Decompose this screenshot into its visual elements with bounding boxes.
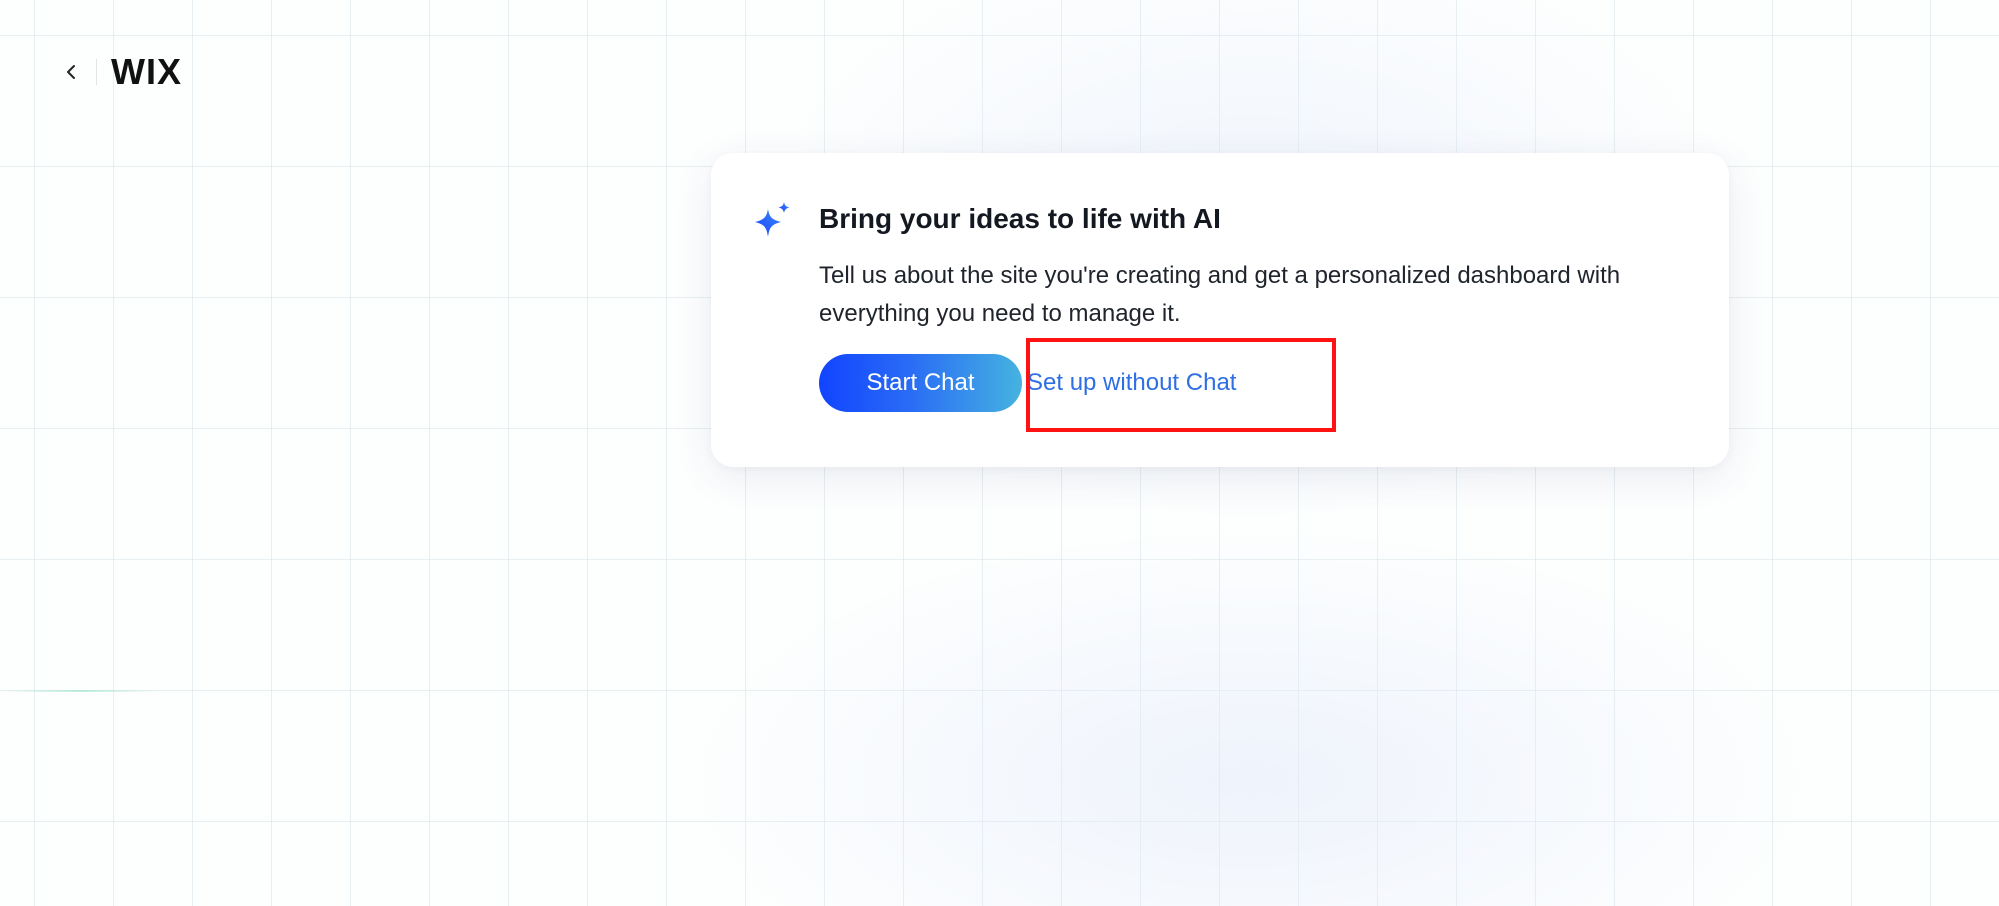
sparkle-icon [755,202,790,237]
chevron-left-icon [67,65,75,79]
back-button[interactable] [56,54,86,90]
setup-without-chat-button[interactable]: Set up without Chat [1027,354,1262,412]
decorative-accent-line [0,690,160,692]
page: WIX Bring your ideas to life with AI Tel… [0,0,1999,906]
ai-onboarding-card: Bring your ideas to life with AI Tell us… [711,153,1729,467]
header-divider [96,59,97,85]
top-bar: WIX [56,46,182,98]
card-description: Tell us about the site you're creating a… [819,262,1621,327]
card-title: Bring your ideas to life with AI [819,203,1221,234]
start-chat-button[interactable]: Start Chat [819,354,1022,412]
wix-logo[interactable]: WIX [111,51,182,93]
